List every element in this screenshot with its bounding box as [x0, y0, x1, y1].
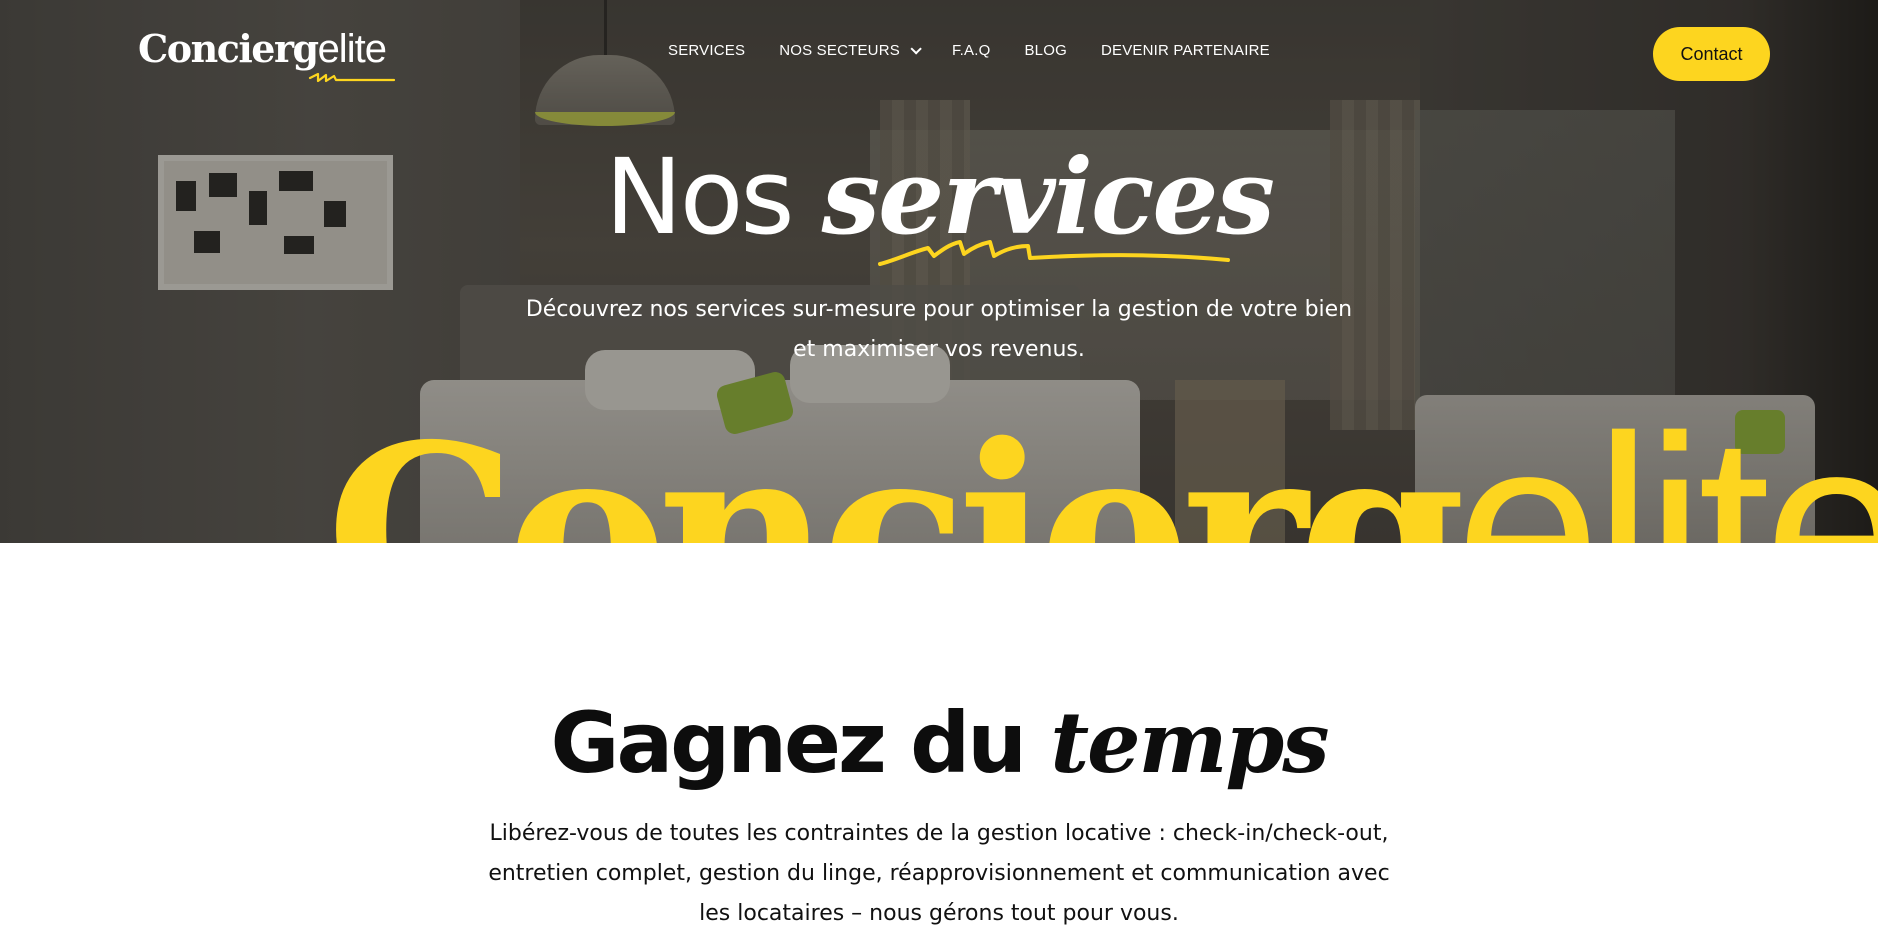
- chevron-down-icon: [910, 42, 922, 55]
- logo-squiggle-icon: [308, 72, 396, 83]
- section-description: Libérez-vous de toutes les contraintes d…: [488, 821, 1390, 926]
- contact-button[interactable]: Contact: [1653, 27, 1770, 81]
- nav-item-faq[interactable]: F.A.Q: [952, 42, 991, 59]
- big-brand-light: elite: [1455, 383, 1878, 543]
- hero-title-plain: Nos: [604, 136, 822, 258]
- nav-item-services[interactable]: SERVICES: [668, 42, 745, 59]
- hero-big-brand-wordmark: Conciergelite: [326, 398, 1878, 543]
- section-title-plain: Gagnez du: [550, 694, 1051, 792]
- nav-item-label: SERVICES: [668, 42, 746, 59]
- hero-section: Concierg elite SERVICES NOS SECTEURS F.A…: [0, 0, 1878, 543]
- hero-subtitle: Découvrez nos services sur-mesure pour o…: [525, 297, 1353, 362]
- brand-logo[interactable]: Concierg elite: [138, 26, 396, 83]
- nav-item-nos-secteurs[interactable]: NOS SECTEURS: [779, 42, 922, 59]
- main-nav: SERVICES NOS SECTEURS F.A.Q BLOG DEVENIR…: [668, 42, 1270, 59]
- section-title: Gagnez du temps: [0, 693, 1878, 792]
- nav-item-devenir-partenaire[interactable]: DEVENIR PARTENAIRE: [1101, 42, 1270, 59]
- nav-item-blog[interactable]: BLOG: [1024, 42, 1066, 59]
- logo-text-strong: Concierg: [138, 26, 319, 71]
- logo-text-light: elite: [317, 27, 387, 71]
- section-title-script: temps: [1050, 693, 1329, 792]
- big-brand-strong: Concierg: [326, 392, 1466, 543]
- nav-item-label: BLOG: [1024, 42, 1067, 59]
- nav-item-label: F.A.Q: [951, 42, 991, 59]
- nav-item-label: DEVENIR PARTENAIRE: [1100, 42, 1270, 59]
- nav-item-label: NOS SECTEURS: [779, 42, 900, 59]
- title-underline-squiggle-icon: [878, 240, 1230, 266]
